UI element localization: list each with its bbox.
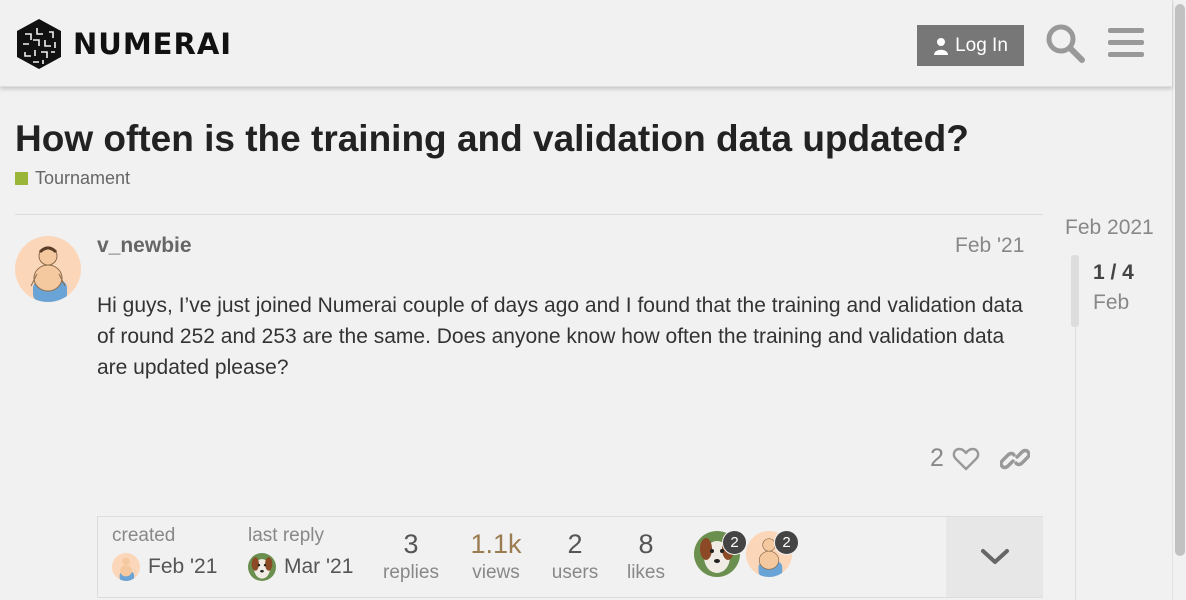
views-count: 1.1k xyxy=(470,529,522,559)
user-avatar-illustration xyxy=(15,236,81,302)
site-header: NUMERAI Log In xyxy=(0,0,1172,87)
expand-topic-map-button[interactable] xyxy=(946,517,1043,597)
user-icon xyxy=(934,37,949,55)
last-reply-date: Mar '21 xyxy=(284,555,354,578)
numerai-logo[interactable]: NUMERAI xyxy=(15,18,232,70)
category-color-swatch xyxy=(15,172,28,185)
avatar xyxy=(112,553,140,581)
category-link[interactable]: Tournament xyxy=(15,168,130,189)
likes-stat: 8 likes xyxy=(624,529,668,584)
post-body: Hi guys, I’ve just joined Numerai couple… xyxy=(97,294,1023,379)
created-date: Feb '21 xyxy=(148,555,218,578)
created-label: created xyxy=(112,525,176,546)
avatar xyxy=(248,553,276,581)
chevron-down-icon xyxy=(980,549,1009,564)
views-stat: 1.1k views xyxy=(466,529,526,584)
timeline-position: 1 / 4 xyxy=(1093,261,1134,284)
users-count: 2 xyxy=(567,529,583,559)
participant-post-count: 2 xyxy=(774,530,799,555)
users-stat: 2 users xyxy=(550,529,600,584)
replies-label: replies xyxy=(383,562,439,583)
category-label: Tournament xyxy=(35,168,131,188)
brand-name: NUMERAI xyxy=(73,27,233,61)
replies-count: 3 xyxy=(403,529,419,559)
log-in-label: Log In xyxy=(955,34,1008,56)
avatar[interactable] xyxy=(15,236,81,302)
topic-map: created Feb '21 last reply Mar '21 3 rep… xyxy=(97,516,1043,598)
likes-count: 8 xyxy=(638,529,654,559)
log-in-button[interactable]: Log In xyxy=(917,25,1024,66)
created-info[interactable]: created Feb '21 xyxy=(112,525,217,581)
hamburger-menu-icon[interactable] xyxy=(1106,22,1148,64)
like-count: 2 xyxy=(930,444,944,472)
post-date[interactable]: Feb '21 xyxy=(955,234,1024,258)
likes-label: likes xyxy=(626,562,665,583)
search-icon[interactable] xyxy=(1044,22,1086,64)
timeline-start-date[interactable]: Feb 2021 xyxy=(1065,216,1154,240)
divider xyxy=(15,214,1043,215)
users-label: users xyxy=(551,562,599,583)
like-button[interactable]: 2 xyxy=(930,444,980,473)
views-label: views xyxy=(472,562,520,583)
timeline-current-date: Feb xyxy=(1093,291,1130,314)
page-scrollbar[interactable] xyxy=(1172,0,1186,600)
scrollbar-thumb[interactable] xyxy=(1175,4,1185,556)
timeline-scroller-handle[interactable] xyxy=(1071,255,1079,327)
replies-stat: 3 replies xyxy=(383,529,439,584)
share-link-icon[interactable] xyxy=(1000,444,1030,474)
heart-icon xyxy=(952,447,980,470)
participant-post-count: 2 xyxy=(722,530,747,555)
post-username[interactable]: v_newbie xyxy=(97,234,192,258)
last-reply-label: last reply xyxy=(248,525,325,546)
numerai-logo-icon xyxy=(17,19,61,69)
topic-title[interactable]: How often is the training and validation… xyxy=(15,118,969,160)
last-reply-info[interactable]: last reply Mar '21 xyxy=(248,525,353,581)
